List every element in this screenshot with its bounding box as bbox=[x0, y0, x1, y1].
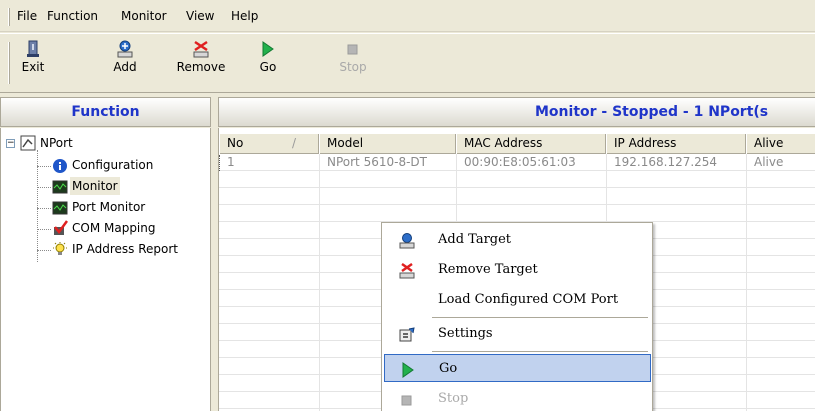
menu-item-label: Go bbox=[439, 361, 458, 376]
nport-icon bbox=[20, 135, 36, 151]
menu-item-settings[interactable]: Settings bbox=[384, 320, 651, 348]
monitor-icon bbox=[52, 179, 68, 195]
cell-ip-address: 192.168.127.254 bbox=[614, 155, 718, 169]
com-mapping-icon bbox=[52, 220, 69, 236]
info-icon bbox=[52, 158, 68, 174]
lightbulb-icon bbox=[52, 242, 68, 258]
collapse-toggle[interactable]: − bbox=[6, 139, 15, 148]
tree-item-com-mapping[interactable]: COM Mapping bbox=[1, 219, 211, 239]
tree-item-configuration[interactable]: Configuration bbox=[1, 156, 211, 176]
menu-help[interactable]: Help bbox=[231, 9, 258, 23]
tree-item-label: IP Address Report bbox=[72, 242, 178, 256]
menu-item-label: Add Target bbox=[438, 232, 512, 247]
menu-item-go[interactable]: Go bbox=[384, 354, 651, 382]
menu-view[interactable]: View bbox=[186, 9, 214, 23]
menu-separator bbox=[432, 317, 648, 318]
menu-item-add-target[interactable]: Add Target bbox=[384, 226, 651, 254]
column-header-mac-address[interactable]: MAC Address bbox=[456, 134, 606, 154]
add-target-icon bbox=[398, 232, 416, 249]
exit-label: Exit bbox=[21, 60, 45, 74]
exit-button[interactable]: Exit bbox=[18, 40, 48, 74]
tree-item-label: COM Mapping bbox=[72, 221, 156, 235]
remove-icon bbox=[191, 40, 211, 58]
cell-no: 1 bbox=[219, 155, 235, 171]
cell-mac-address: 00:90:E8:05:61:03 bbox=[464, 155, 576, 169]
toolbar-grip bbox=[8, 42, 10, 84]
stop-icon bbox=[343, 40, 363, 58]
remove-target-icon bbox=[398, 262, 416, 279]
menu-item-label: Stop bbox=[438, 391, 469, 406]
menu-grip bbox=[8, 8, 10, 26]
menu-separator bbox=[432, 351, 648, 352]
column-header-no[interactable]: No / bbox=[219, 134, 319, 154]
go-label: Go bbox=[259, 60, 277, 74]
menu-item-stop[interactable]: Stop bbox=[384, 385, 651, 411]
remove-label: Remove bbox=[176, 60, 226, 74]
cell-model: NPort 5610-8-DT bbox=[327, 155, 427, 169]
menu-monitor[interactable]: Monitor bbox=[121, 9, 167, 23]
exit-icon bbox=[23, 40, 43, 58]
stop-button[interactable]: Stop bbox=[338, 40, 368, 74]
menu-item-label: Load Configured COM Port bbox=[438, 292, 619, 307]
column-header-alive[interactable]: Alive bbox=[746, 134, 815, 154]
settings-icon bbox=[398, 326, 416, 342]
table-row-empty bbox=[219, 172, 815, 188]
monitor-panel-title: Monitor - Stopped - 1 NPort(s bbox=[218, 97, 815, 127]
tree-item-label: Port Monitor bbox=[72, 200, 146, 214]
stop-label: Stop bbox=[339, 60, 367, 74]
cell-alive: Alive bbox=[754, 155, 784, 169]
tree-item-label: Monitor bbox=[70, 177, 120, 195]
go-button[interactable]: Go bbox=[256, 40, 280, 74]
tree-item-label: NPort bbox=[40, 136, 73, 150]
add-label: Add bbox=[113, 60, 137, 74]
column-header-ip-address[interactable]: IP Address bbox=[606, 134, 746, 154]
tree-item-ip-address-report[interactable]: IP Address Report bbox=[1, 240, 211, 260]
tree-item-port-monitor[interactable]: Port Monitor bbox=[1, 198, 211, 218]
sort-indicator-icon: / bbox=[292, 136, 297, 150]
go-icon bbox=[399, 361, 417, 378]
menu-item-label: Remove Target bbox=[438, 262, 538, 277]
add-icon bbox=[115, 40, 135, 58]
function-panel-title: Function bbox=[0, 97, 211, 127]
stop-icon bbox=[398, 391, 416, 407]
menu-file[interactable]: File bbox=[17, 9, 37, 23]
column-header-model[interactable]: Model bbox=[319, 134, 456, 154]
add-button[interactable]: Add bbox=[110, 40, 140, 74]
monitor-status-text: Monitor - Stopped - 1 NPort(s bbox=[535, 104, 769, 120]
table-row-empty bbox=[219, 189, 815, 205]
menu-item-load-configured-com-port[interactable]: Load Configured COM Port bbox=[384, 286, 651, 314]
function-tree: − NPort Configuration Monitor Port Monit… bbox=[0, 128, 211, 411]
menu-item-label: Settings bbox=[438, 326, 493, 341]
table-row[interactable]: 1 NPort 5610-8-DT 00:90:E8:05:61:03 192.… bbox=[219, 155, 815, 171]
tree-item-label: Configuration bbox=[72, 158, 154, 172]
table-row-empty bbox=[219, 206, 815, 222]
go-icon bbox=[258, 40, 278, 58]
context-menu: Add Target Remove Target Load Configured… bbox=[381, 222, 653, 411]
table-header: No / Model MAC Address IP Address Alive bbox=[219, 134, 815, 154]
tree-item-nport[interactable]: − NPort bbox=[1, 134, 141, 154]
tree-item-monitor[interactable]: Monitor bbox=[1, 177, 211, 197]
menu-item-remove-target[interactable]: Remove Target bbox=[384, 256, 651, 284]
port-monitor-icon bbox=[52, 200, 68, 216]
remove-button[interactable]: Remove bbox=[175, 40, 227, 74]
panel-splitter[interactable] bbox=[211, 97, 218, 411]
menu-bar: File Function Monitor View Help bbox=[0, 0, 815, 32]
menu-function[interactable]: Function bbox=[47, 9, 98, 23]
toolbar: Exit Add Remove Go Stop bbox=[0, 33, 815, 93]
